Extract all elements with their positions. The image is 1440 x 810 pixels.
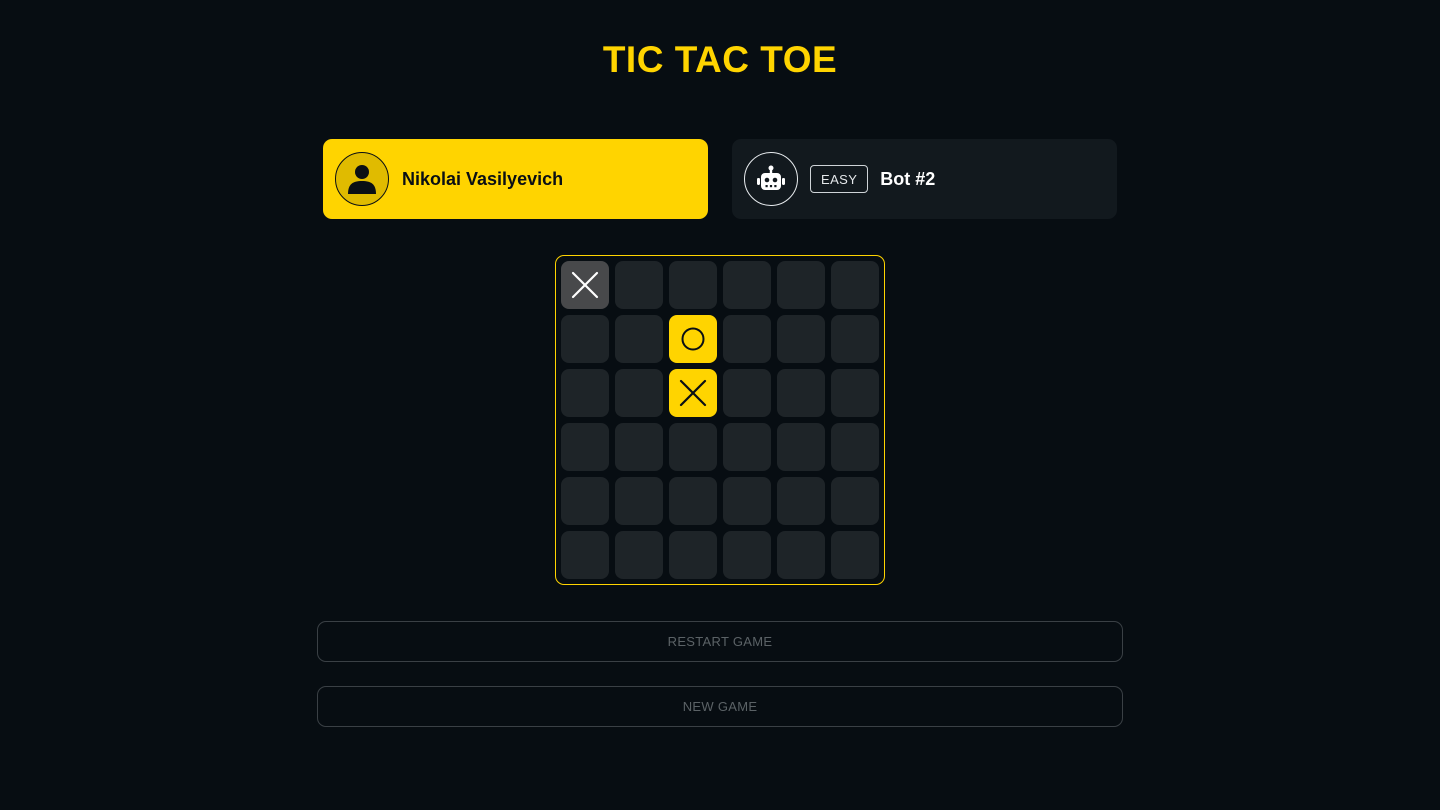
board-cell-2-5[interactable] <box>831 369 879 417</box>
board-cell-0-1[interactable] <box>615 261 663 309</box>
board-cell-4-4[interactable] <box>777 477 825 525</box>
board-cell-3-1[interactable] <box>615 423 663 471</box>
robot-icon <box>744 152 798 206</box>
board-cell-1-3[interactable] <box>723 315 771 363</box>
player-card-human: Nikolai Vasilyevich <box>323 139 708 219</box>
board-cell-1-5[interactable] <box>831 315 879 363</box>
x-mark-icon <box>571 271 599 299</box>
board-cell-1-1[interactable] <box>615 315 663 363</box>
board-cell-3-5[interactable] <box>831 423 879 471</box>
restart-game-button[interactable]: RESTART GAME <box>317 621 1123 662</box>
board-cell-3-3[interactable] <box>723 423 771 471</box>
board-cell-5-4[interactable] <box>777 531 825 579</box>
board-cell-2-3[interactable] <box>723 369 771 417</box>
board-cell-1-0[interactable] <box>561 315 609 363</box>
board-cell-3-4[interactable] <box>777 423 825 471</box>
board-cell-2-0[interactable] <box>561 369 609 417</box>
game-board <box>555 255 885 585</box>
board-cell-4-0[interactable] <box>561 477 609 525</box>
board-cell-5-5[interactable] <box>831 531 879 579</box>
o-mark-icon <box>681 327 705 351</box>
board-cell-2-4[interactable] <box>777 369 825 417</box>
board-cell-2-2[interactable] <box>669 369 717 417</box>
board-cell-5-2[interactable] <box>669 531 717 579</box>
page-title: TIC TAC TOE <box>602 39 838 80</box>
board-cell-0-3[interactable] <box>723 261 771 309</box>
board-cell-0-4[interactable] <box>777 261 825 309</box>
board-cell-4-1[interactable] <box>615 477 663 525</box>
board-cell-1-2[interactable] <box>669 315 717 363</box>
player-name-bot: Bot #2 <box>880 168 936 189</box>
board-cell-2-1[interactable] <box>615 369 663 417</box>
board-cell-5-3[interactable] <box>723 531 771 579</box>
board-cell-4-3[interactable] <box>723 477 771 525</box>
board-cell-3-0[interactable] <box>561 423 609 471</box>
board-cell-0-0[interactable] <box>561 261 609 309</box>
user-icon <box>335 152 389 206</box>
board-cell-5-1[interactable] <box>615 531 663 579</box>
difficulty-badge: EASY <box>810 165 869 193</box>
new-game-button[interactable]: NEW GAME <box>317 686 1123 727</box>
x-mark-icon <box>679 379 707 407</box>
board-cell-4-5[interactable] <box>831 477 879 525</box>
board-cell-0-2[interactable] <box>669 261 717 309</box>
board-cell-1-4[interactable] <box>777 315 825 363</box>
board-cell-0-5[interactable] <box>831 261 879 309</box>
board-cell-4-2[interactable] <box>669 477 717 525</box>
player-card-bot: EASY Bot #2 <box>732 139 1117 219</box>
board-cell-3-2[interactable] <box>669 423 717 471</box>
player-name-human: Nikolai Vasilyevich <box>402 168 564 189</box>
board-cell-5-0[interactable] <box>561 531 609 579</box>
